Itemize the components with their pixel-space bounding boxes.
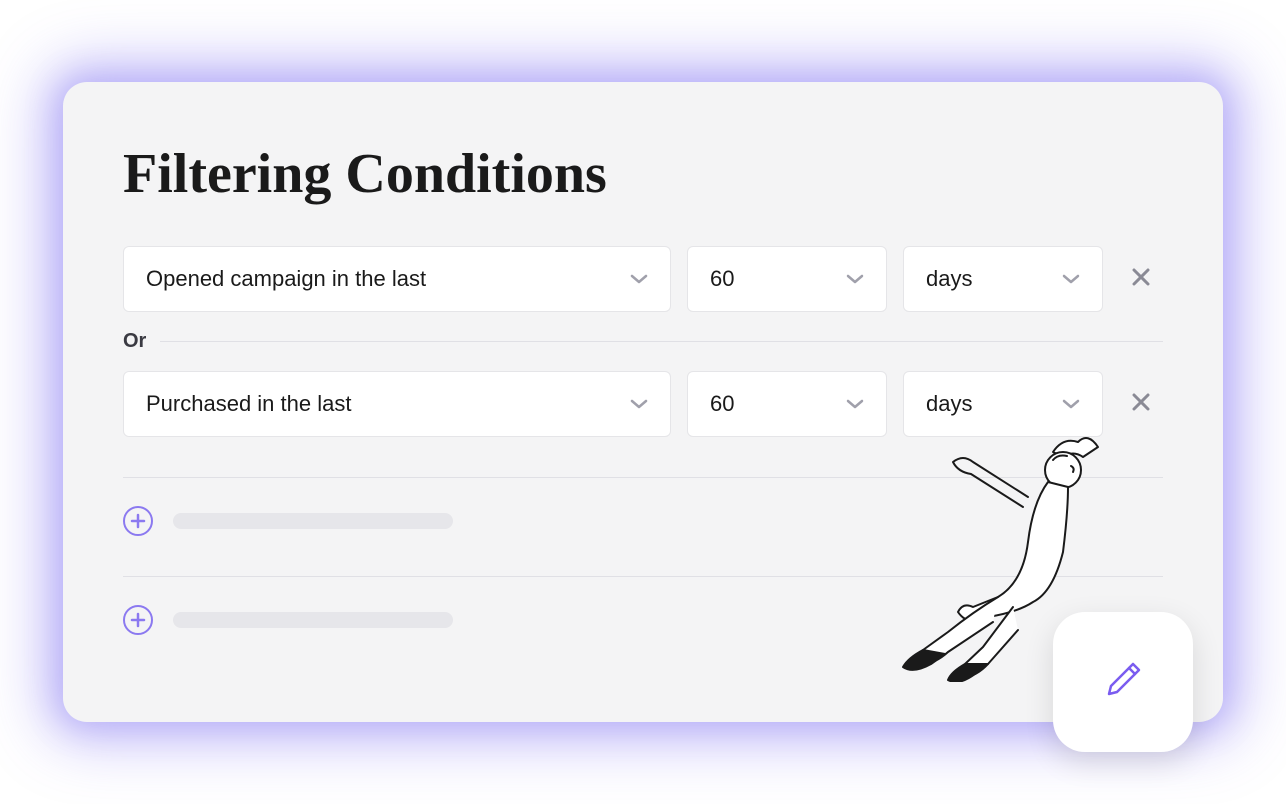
condition-value-label: 60 xyxy=(710,266,734,292)
condition-type-select[interactable]: Purchased in the last xyxy=(123,371,671,437)
condition-type-label: Opened campaign in the last xyxy=(146,266,426,292)
condition-value-label: 60 xyxy=(710,391,734,417)
condition-value-select[interactable]: 60 xyxy=(687,246,887,312)
close-icon xyxy=(1130,389,1152,420)
condition-unit-label: days xyxy=(926,266,972,292)
remove-condition-button[interactable] xyxy=(1119,382,1163,426)
chevron-down-icon xyxy=(846,269,864,290)
filtering-card: Filtering Conditions Opened campaign in … xyxy=(63,82,1223,722)
add-condition-row xyxy=(123,605,1163,635)
condition-row-2: Purchased in the last 60 days xyxy=(123,371,1163,437)
chevron-down-icon xyxy=(630,269,648,290)
plus-icon[interactable] xyxy=(123,506,153,536)
operator-divider: Or xyxy=(123,330,1163,353)
section-divider xyxy=(123,477,1163,478)
pencil-icon xyxy=(1099,656,1147,709)
close-icon xyxy=(1130,264,1152,295)
chevron-down-icon xyxy=(1062,394,1080,415)
chevron-down-icon xyxy=(1062,269,1080,290)
chevron-down-icon xyxy=(846,394,864,415)
condition-value-select[interactable]: 60 xyxy=(687,371,887,437)
condition-unit-label: days xyxy=(926,391,972,417)
card-title: Filtering Conditions xyxy=(123,142,1163,206)
condition-row-1: Opened campaign in the last 60 days xyxy=(123,246,1163,312)
condition-unit-select[interactable]: days xyxy=(903,371,1103,437)
condition-type-label: Purchased in the last xyxy=(146,391,351,417)
chevron-down-icon xyxy=(630,394,648,415)
divider-line xyxy=(160,341,1163,342)
placeholder-skeleton xyxy=(173,513,453,529)
section-divider xyxy=(123,576,1163,577)
condition-unit-select[interactable]: days xyxy=(903,246,1103,312)
edit-button[interactable] xyxy=(1053,612,1193,752)
add-condition-row xyxy=(123,506,1163,536)
condition-type-select[interactable]: Opened campaign in the last xyxy=(123,246,671,312)
plus-icon[interactable] xyxy=(123,605,153,635)
remove-condition-button[interactable] xyxy=(1119,257,1163,301)
placeholder-skeleton xyxy=(173,612,453,628)
operator-label: Or xyxy=(123,330,146,353)
